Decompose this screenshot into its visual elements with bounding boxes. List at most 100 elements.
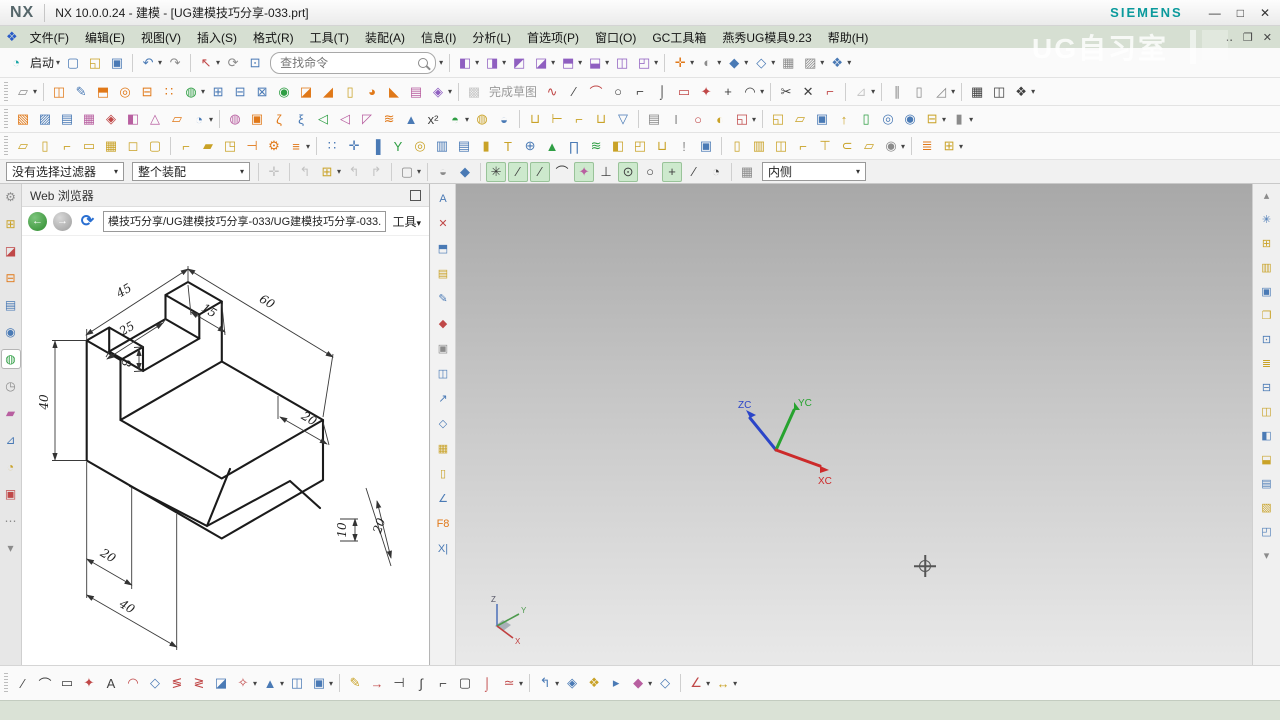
hole-button[interactable]: ◉ bbox=[274, 82, 294, 102]
menu-item[interactable]: 视图(V) bbox=[133, 29, 189, 46]
synchronous-face-button[interactable]: ❖ bbox=[584, 673, 604, 693]
mirror-curve-doc-button-dropdown-arrow[interactable]: ▾ bbox=[329, 679, 333, 688]
ellipse-button[interactable]: ○ bbox=[688, 109, 708, 129]
menu-item[interactable]: 信息(I) bbox=[413, 29, 464, 46]
eye-bolt-button[interactable]: ◉ bbox=[881, 136, 901, 156]
offset-curve-button[interactable]: ◠ bbox=[740, 82, 760, 102]
menu-item[interactable]: 首选项(P) bbox=[519, 29, 587, 46]
maximize-button[interactable]: □ bbox=[1237, 6, 1244, 20]
menu-item[interactable]: 帮助(H) bbox=[820, 29, 877, 46]
sprue-button[interactable]: ▲ bbox=[542, 136, 562, 156]
minimize-button[interactable]: — bbox=[1209, 6, 1221, 20]
spline-pole-toggle[interactable]: ✦ bbox=[574, 161, 595, 182]
snip-surface-button[interactable]: ◸ bbox=[357, 109, 377, 129]
offset-move-button[interactable]: ❖ bbox=[1011, 82, 1031, 102]
basic-curves-button[interactable]: ◇ bbox=[145, 673, 165, 693]
wcs-triad[interactable]: ZC YC XC bbox=[728, 396, 838, 486]
marquee-select-button-dropdown-arrow[interactable]: ▾ bbox=[417, 167, 421, 176]
f8-view-button[interactable]: F8 bbox=[435, 515, 452, 532]
delete-button[interactable]: ✕ bbox=[435, 215, 452, 232]
section-surface-button[interactable]: ◔ bbox=[189, 109, 209, 129]
intersect-button[interactable]: ⊠ bbox=[252, 82, 272, 102]
finish-sketch-button[interactable]: ▩ bbox=[464, 82, 484, 102]
spline-points-button[interactable]: ✧ bbox=[233, 673, 253, 693]
offset-region-button-dropdown-arrow[interactable]: ▾ bbox=[648, 679, 652, 688]
pattern-feature-button[interactable]: ∷ bbox=[159, 82, 179, 102]
boolean-assistant-button[interactable]: ◱ bbox=[732, 109, 752, 129]
smooth-spline-button-dropdown-arrow[interactable]: ▾ bbox=[519, 679, 523, 688]
measure-distance-button[interactable]: ↔ bbox=[713, 673, 733, 693]
lifter-tool-button[interactable]: ▯ bbox=[35, 136, 55, 156]
ejector-pin-button[interactable]: ▮ bbox=[476, 136, 496, 156]
fastener-button[interactable]: ⊣ bbox=[242, 136, 262, 156]
render-style-button[interactable]: ▦ bbox=[778, 53, 798, 73]
face-rule-button[interactable]: ▦ bbox=[737, 162, 757, 182]
endpoint-toggle[interactable]: ∕ bbox=[508, 161, 529, 182]
menu-item[interactable]: 窗口(O) bbox=[587, 29, 644, 46]
clip-section-button-dropdown-arrow[interactable]: ▾ bbox=[969, 115, 973, 124]
weld-assistant-button[interactable]: ⊔ bbox=[525, 109, 545, 129]
shape-curve-button[interactable]: ◠ bbox=[123, 673, 143, 693]
hanger-button[interactable]: ⊤ bbox=[815, 136, 835, 156]
add-to-selection-button[interactable]: ⊞ bbox=[317, 162, 337, 182]
window-layout-6-button-dropdown-arrow[interactable]: ▾ bbox=[605, 58, 609, 67]
menu-item[interactable]: GC工具箱 bbox=[644, 29, 714, 46]
window-layout-6-button[interactable]: ⬓ bbox=[585, 53, 605, 73]
divide-curve-button[interactable]: ⊣ bbox=[389, 673, 409, 693]
manufacturing-wizards-tab[interactable]: ⊿ bbox=[2, 431, 20, 449]
web-browser-tab[interactable]: ◍ bbox=[0, 349, 21, 369]
display-constraints-button-dropdown-arrow[interactable]: ▾ bbox=[951, 87, 955, 96]
roles-gear[interactable]: ⚙ bbox=[2, 188, 20, 206]
boss-button[interactable]: ◍ bbox=[181, 82, 201, 102]
tools-menu-button[interactable]: 工具▾ bbox=[392, 213, 421, 230]
background-button-dropdown-arrow[interactable]: ▾ bbox=[820, 58, 824, 67]
back-button[interactable]: ← bbox=[28, 211, 47, 231]
angle-pin-button[interactable]: ⌐ bbox=[57, 136, 77, 156]
extrude-button[interactable]: ⬒ bbox=[93, 82, 113, 102]
measure-angle-button[interactable]: ∠ bbox=[686, 673, 706, 693]
undo-button-dropdown-arrow[interactable]: ▾ bbox=[158, 58, 162, 67]
panel-maximize-button[interactable] bbox=[410, 189, 421, 201]
mirror-curve-doc-button[interactable]: ▣ bbox=[309, 673, 329, 693]
smooth-spline-button[interactable]: ≃ bbox=[499, 673, 519, 693]
insert-tool-button[interactable]: ▭ bbox=[79, 136, 99, 156]
system-materials-tab[interactable]: ▣ bbox=[2, 485, 20, 503]
polygon-button[interactable]: ✦ bbox=[696, 82, 716, 102]
locating-ring-button[interactable]: ◎ bbox=[410, 136, 430, 156]
pattern-dots-button[interactable]: ∷ bbox=[322, 136, 342, 156]
roles-tab[interactable]: ◔ bbox=[2, 458, 20, 476]
rib-button[interactable]: ◪ bbox=[296, 82, 316, 102]
forward-button[interactable]: → bbox=[53, 211, 72, 231]
circle-center-toggle[interactable]: ⊙ bbox=[618, 161, 639, 182]
patch-button[interactable]: ▣ bbox=[247, 109, 267, 129]
surface-analysis-button[interactable]: ◓ bbox=[445, 109, 465, 129]
right-more-arrow[interactable]: ▾ bbox=[1258, 547, 1275, 564]
window-layout-1-button-dropdown-arrow[interactable]: ▾ bbox=[475, 58, 479, 67]
mdi-close-button[interactable]: ✕ bbox=[1263, 31, 1272, 44]
grid-tool-button[interactable]: ▦ bbox=[435, 440, 452, 457]
move-object-button-dropdown-arrow[interactable]: ▾ bbox=[555, 679, 559, 688]
datum-plane-button[interactable]: ◫ bbox=[49, 82, 69, 102]
calculator-button[interactable]: ▤ bbox=[644, 109, 664, 129]
command-search-input[interactable] bbox=[278, 54, 419, 71]
pillar-button[interactable]: ▥ bbox=[432, 136, 452, 156]
quick-trim-button[interactable]: ✂ bbox=[776, 82, 796, 102]
frame-tool-button[interactable]: ▣ bbox=[435, 340, 452, 357]
hd3d-tools[interactable]: ◉ bbox=[2, 323, 20, 341]
existing-point-toggle[interactable]: + bbox=[662, 161, 683, 182]
boolean-assistant-button-dropdown-arrow[interactable]: ▾ bbox=[752, 115, 756, 124]
edit-curve-button[interactable]: ✎ bbox=[345, 673, 365, 693]
curve-on-surface-button[interactable]: ▲ bbox=[260, 673, 280, 693]
intersection-toggle[interactable]: ⊥ bbox=[596, 162, 616, 182]
mold-drawing-button[interactable]: ⊞ bbox=[939, 136, 959, 156]
line-curve-button[interactable]: ∕ bbox=[13, 673, 33, 693]
wrap-button[interactable]: ▽ bbox=[613, 109, 633, 129]
inside-dropdown[interactable]: 内侧 ▾ bbox=[762, 162, 867, 181]
support-pillar-button[interactable]: ∏ bbox=[564, 136, 584, 156]
save-as-button[interactable]: ▣ bbox=[812, 109, 832, 129]
shell-button[interactable]: ▯ bbox=[340, 82, 360, 102]
window-layout-2-button-dropdown-arrow[interactable]: ▾ bbox=[502, 58, 506, 67]
fillet-button[interactable]: ⌐ bbox=[630, 82, 650, 102]
scroll-up-arrow[interactable]: ▴ bbox=[1258, 187, 1275, 204]
clip-button[interactable]: ⊂ bbox=[837, 136, 857, 156]
